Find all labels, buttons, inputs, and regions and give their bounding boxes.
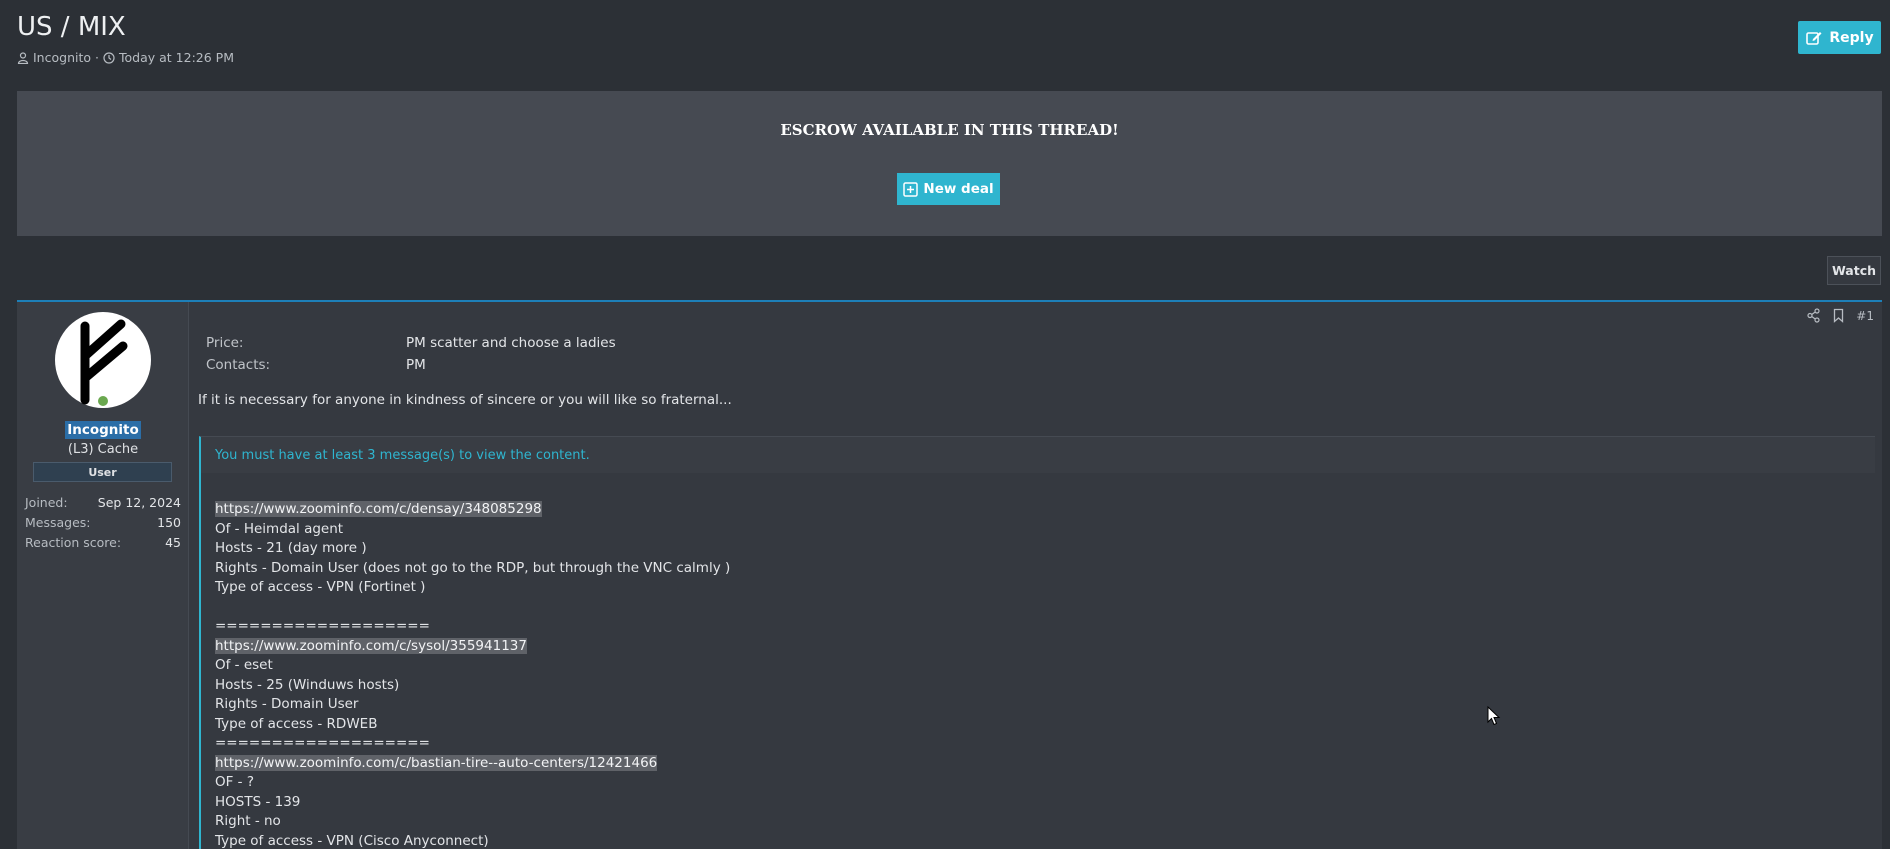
stat-value[interactable]: 150 <box>157 515 181 530</box>
new-deal-label: New deal <box>923 181 994 197</box>
user-title: (L3) Cache <box>67 442 139 457</box>
stat-row: Reaction score: 45 <box>25 532 181 552</box>
content-link-line[interactable]: https://www.zoominfo.com/c/densay/348085… <box>215 500 1875 520</box>
field-label: Contacts: <box>206 357 271 373</box>
content-line: Type of access - VPN (Fortinet ) <box>215 579 426 595</box>
content-blank-line <box>215 598 1875 618</box>
field-row: Contacts: PM <box>206 354 616 376</box>
content-link[interactable]: https://www.zoominfo.com/c/bastian-tire-… <box>215 754 658 771</box>
plus-square-icon <box>903 181 919 197</box>
share-icon[interactable] <box>1806 308 1821 323</box>
content-separator-line: =================== <box>215 618 430 634</box>
clock-icon <box>103 51 115 64</box>
escrow-banner: ESCROW AVAILABLE IN THIS THREAD! New dea… <box>17 91 1882 236</box>
field-value: PM scatter and choose a ladies <box>406 335 616 351</box>
post: Incognito (L3) Cache User Joined: Sep 12… <box>17 300 1882 849</box>
content-line: Hosts - 21 (day more ) <box>215 540 367 556</box>
online-status-icon <box>96 394 110 408</box>
content-link[interactable]: https://www.zoominfo.com/c/densay/348085… <box>215 501 542 517</box>
content-line: Of - Heimdal agent <box>215 520 344 537</box>
content-line: Hosts - 25 (Winduws hosts) <box>215 676 400 693</box>
bookmark-icon[interactable] <box>1831 308 1846 323</box>
post-user-sidebar: Incognito (L3) Cache User Joined: Sep 12… <box>17 302 189 849</box>
thread-title: US / MIX <box>17 12 126 42</box>
stat-row: Messages: 150 <box>25 512 181 532</box>
reply-button-label: Reply <box>1829 29 1874 46</box>
content-link-line[interactable]: https://www.zoominfo.com/c/sysol/3559411… <box>215 637 1875 657</box>
content-line: Type of access - VPN (Cisco Anyconnect) <box>215 832 489 849</box>
field-row: Price: PM scatter and choose a ladies <box>206 332 616 354</box>
mouse-cursor-icon <box>1487 706 1501 726</box>
hidden-content-block: You must have at least 3 message(s) to v… <box>199 436 1875 849</box>
post-number-link[interactable]: #1 <box>1856 309 1874 323</box>
stat-row: Joined: Sep 12, 2024 <box>25 492 181 512</box>
reply-button[interactable]: Reply <box>1798 21 1881 54</box>
username-text[interactable]: Incognito <box>65 421 141 439</box>
post-intro-text: If it is necessary for anyone in kindnes… <box>198 392 732 408</box>
post-content: #1 Price: PM scatter and choose a ladies… <box>189 302 1882 849</box>
escrow-title: ESCROW AVAILABLE IN THIS THREAD! <box>780 121 1119 139</box>
edit-icon <box>1806 31 1822 45</box>
field-label: Price: <box>206 335 244 351</box>
content-line: Rights - Domain User <box>215 696 359 712</box>
content-line: Rights - Domain User (does not go to the… <box>215 559 731 576</box>
content-separator-line: =================== <box>215 735 430 751</box>
content-line: OF - ? <box>215 774 255 790</box>
thread-author-link[interactable]: Incognito <box>33 50 91 65</box>
post-actions: #1 <box>1806 308 1874 323</box>
post-fields: Price: PM scatter and choose a ladies Co… <box>206 332 616 376</box>
new-deal-button[interactable]: New deal <box>897 173 1000 205</box>
thread-meta: Incognito · Today at 12:26 PM <box>17 50 234 65</box>
stat-value: Sep 12, 2024 <box>97 494 181 510</box>
username[interactable]: Incognito <box>17 421 189 439</box>
content-link-line[interactable]: https://www.zoominfo.com/c/bastian-tire-… <box>215 754 1875 774</box>
content-line: HOSTS - 139 <box>215 793 301 810</box>
content-line: Right - no <box>215 813 281 829</box>
stat-value: 45 <box>165 534 181 550</box>
user-banner: User <box>33 462 172 482</box>
meta-separator: · <box>95 50 99 65</box>
stat-label: Joined: <box>25 494 68 510</box>
thread-timestamp[interactable]: Today at 12:26 PM <box>119 50 234 65</box>
content-line: Type of access - RDWEB <box>215 715 378 732</box>
content-line: Of - eset <box>215 657 273 673</box>
watch-button[interactable]: Watch <box>1827 256 1881 285</box>
user-stats: Joined: Sep 12, 2024 Messages: 150 React… <box>25 492 181 552</box>
stat-label: Messages: <box>25 514 91 530</box>
hidden-content-notice: You must have at least 3 message(s) to v… <box>201 437 1875 473</box>
hidden-content-body: https://www.zoominfo.com/c/densay/348085… <box>201 473 1875 849</box>
user-icon <box>17 51 29 64</box>
stat-label: Reaction score: <box>25 534 122 550</box>
field-value: PM <box>406 357 426 373</box>
content-link[interactable]: https://www.zoominfo.com/c/sysol/3559411… <box>215 637 527 654</box>
